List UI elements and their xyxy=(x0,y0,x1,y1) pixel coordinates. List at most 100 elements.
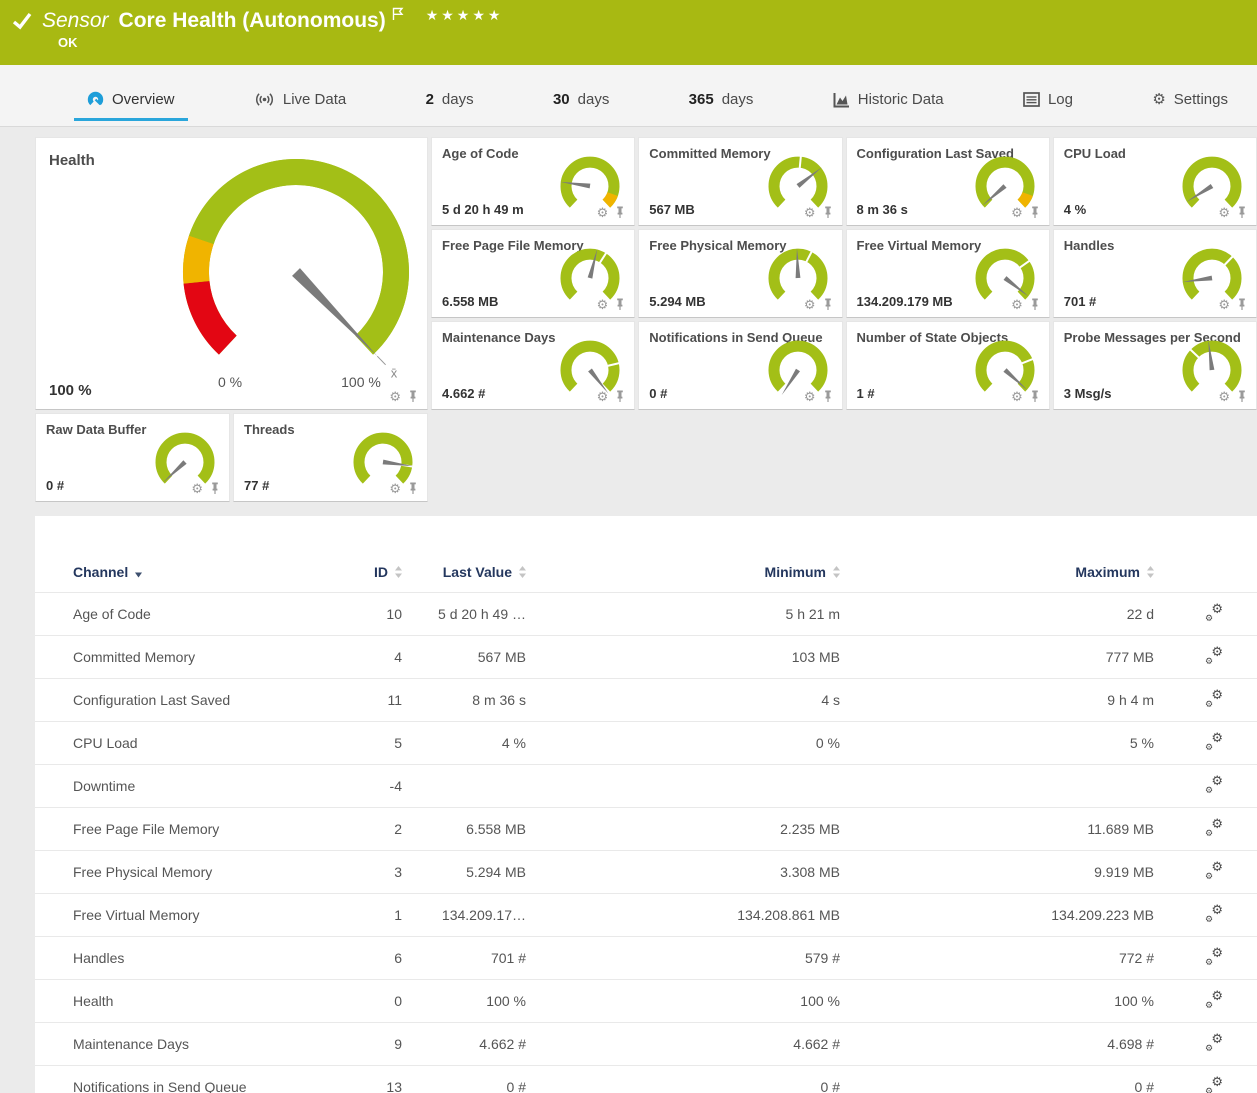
pin-icon[interactable] xyxy=(210,482,220,495)
channel-settings-icon[interactable]: ⚙⚙ xyxy=(1205,691,1223,707)
gauge-value: 567 MB xyxy=(649,202,695,217)
channel-settings-icon[interactable]: ⚙⚙ xyxy=(1205,992,1223,1008)
gear-icon[interactable]: ⚙ xyxy=(1011,298,1023,311)
channel-settings-icon[interactable]: ⚙⚙ xyxy=(1205,906,1223,922)
last-value-cell: 5.294 MB xyxy=(403,851,527,894)
pin-icon[interactable] xyxy=(1030,298,1040,311)
gear-icon[interactable]: ⚙ xyxy=(389,390,401,403)
gear-icon[interactable]: ⚙ xyxy=(597,298,609,311)
gauge-value: 6.558 MB xyxy=(442,294,498,309)
gauge-panel-handles: Handles 701 # ⚙ xyxy=(1053,229,1257,318)
gear-icon[interactable]: ⚙ xyxy=(191,482,203,495)
pin-icon[interactable] xyxy=(408,390,418,403)
pin-icon[interactable] xyxy=(823,206,833,219)
channel-table-panel: ChannelIDLast ValueMinimumMaximum Age of… xyxy=(35,516,1257,1093)
last-value-cell: 4 % xyxy=(403,722,527,765)
gauge-panel-number-of-state-objects: Number of State Objects 1 # ⚙ xyxy=(846,321,1050,410)
pin-icon[interactable] xyxy=(1237,206,1247,219)
svg-text:x̄: x̄ xyxy=(391,365,398,380)
table-row-health: Health0100 %100 %100 %⚙⚙ xyxy=(35,980,1257,1023)
tab-30-days[interactable]: 30days xyxy=(540,91,622,121)
channel-settings-icon[interactable]: ⚙⚙ xyxy=(1205,777,1223,793)
status-badge: OK xyxy=(58,35,78,50)
gear-icon[interactable]: ⚙ xyxy=(597,390,609,403)
gear-icon[interactable]: ⚙ xyxy=(804,390,816,403)
channel-settings-cell: ⚙⚙ xyxy=(1155,765,1257,808)
channel-settings-icon[interactable]: ⚙⚙ xyxy=(1205,863,1223,879)
channel-settings-icon[interactable]: ⚙⚙ xyxy=(1205,1078,1223,1093)
column-label: Minimum xyxy=(765,564,826,580)
pin-icon[interactable] xyxy=(823,390,833,403)
gauge-title: Committed Memory xyxy=(649,146,770,161)
column-header-maximum[interactable]: Maximum xyxy=(841,564,1155,593)
column-header-minimum[interactable]: Minimum xyxy=(527,564,841,593)
channel-settings-icon[interactable]: ⚙⚙ xyxy=(1205,605,1223,621)
gear-icon[interactable]: ⚙ xyxy=(389,482,401,495)
tab-live-data[interactable]: Live Data xyxy=(241,91,359,121)
maximum-cell: 772 # xyxy=(841,937,1155,980)
maximum-cell: 134.209.223 MB xyxy=(841,894,1155,937)
table-row-committed-memory: Committed Memory4567 MB103 MB777 MB⚙⚙ xyxy=(35,636,1257,679)
gauge-panel-notifications-in-send-queue: Notifications in Send Queue 0 # ⚙ xyxy=(638,321,842,410)
channel-settings-icon[interactable]: ⚙⚙ xyxy=(1205,949,1223,965)
column-header-channel[interactable]: Channel xyxy=(35,564,333,593)
channel-settings-icon[interactable]: ⚙⚙ xyxy=(1205,734,1223,750)
tab-historic-data[interactable]: Historic Data xyxy=(820,91,957,121)
gauge-title: Handles xyxy=(1064,238,1115,253)
pin-icon[interactable] xyxy=(408,482,418,495)
gauge-title: Maintenance Days xyxy=(442,330,555,345)
tab-number: 2 xyxy=(426,91,434,108)
minimum-cell: 0 # xyxy=(527,1066,841,1093)
gauge-title: Threads xyxy=(244,422,295,437)
column-header-actions xyxy=(1155,564,1257,593)
pin-icon[interactable] xyxy=(1030,390,1040,403)
tab-label: Settings xyxy=(1174,91,1228,108)
gear-icon[interactable]: ⚙ xyxy=(1218,206,1230,219)
channel-cell: Free Page File Memory xyxy=(35,808,333,851)
channel-settings-cell: ⚙⚙ xyxy=(1155,980,1257,1023)
gear-icon[interactable]: ⚙ xyxy=(804,298,816,311)
pin-icon[interactable] xyxy=(615,298,625,311)
id-cell: 0 xyxy=(333,980,403,1023)
maximum-cell: 9 h 4 m xyxy=(841,679,1155,722)
tab-overview[interactable]: Overview xyxy=(74,91,188,121)
tab-bar: OverviewLive Data2days30days365daysHisto… xyxy=(0,65,1257,127)
channel-settings-icon[interactable]: ⚙⚙ xyxy=(1205,1035,1223,1051)
tab-label: days xyxy=(578,91,610,108)
main-content: Health x̄ 0 % 100 % 100 % ⚙ Raw Data Buf… xyxy=(0,127,1257,1093)
tab-label: Live Data xyxy=(283,91,346,108)
column-header-last-value[interactable]: Last Value xyxy=(403,564,527,593)
maximum-cell xyxy=(841,765,1155,808)
last-value-cell: 134.209.17… xyxy=(403,894,527,937)
flag-icon[interactable] xyxy=(391,7,404,21)
channel-settings-icon[interactable]: ⚙⚙ xyxy=(1205,648,1223,664)
tab-2-days[interactable]: 2days xyxy=(413,91,487,121)
id-cell: 13 xyxy=(333,1066,403,1093)
channel-settings-icon[interactable]: ⚙⚙ xyxy=(1205,820,1223,836)
pin-icon[interactable] xyxy=(1030,206,1040,219)
minimum-cell: 103 MB xyxy=(527,636,841,679)
pin-icon[interactable] xyxy=(615,390,625,403)
pin-icon[interactable] xyxy=(823,298,833,311)
gear-icon[interactable]: ⚙ xyxy=(597,206,609,219)
maximum-cell: 0 # xyxy=(841,1066,1155,1093)
pin-icon[interactable] xyxy=(1237,298,1247,311)
channel-cell: Maintenance Days xyxy=(35,1023,333,1066)
column-header-id[interactable]: ID xyxy=(333,564,403,593)
gear-icon[interactable]: ⚙ xyxy=(1011,206,1023,219)
pin-icon[interactable] xyxy=(615,206,625,219)
tab-settings[interactable]: ⚙Settings xyxy=(1139,91,1241,121)
maximum-cell: 22 d xyxy=(841,593,1155,636)
gear-icon[interactable]: ⚙ xyxy=(1011,390,1023,403)
minimum-cell: 2.235 MB xyxy=(527,808,841,851)
tab-log[interactable]: Log xyxy=(1010,91,1086,121)
channel-cell: Free Virtual Memory xyxy=(35,894,333,937)
gear-icon[interactable]: ⚙ xyxy=(1218,390,1230,403)
gear-icon[interactable]: ⚙ xyxy=(1218,298,1230,311)
last-value-cell: 701 # xyxy=(403,937,527,980)
gauge-value: 134.209.179 MB xyxy=(857,294,953,309)
gear-icon[interactable]: ⚙ xyxy=(804,206,816,219)
tab-365-days[interactable]: 365days xyxy=(676,91,767,121)
pin-icon[interactable] xyxy=(1237,390,1247,403)
priority-stars[interactable]: ★★★★★ xyxy=(426,7,504,24)
